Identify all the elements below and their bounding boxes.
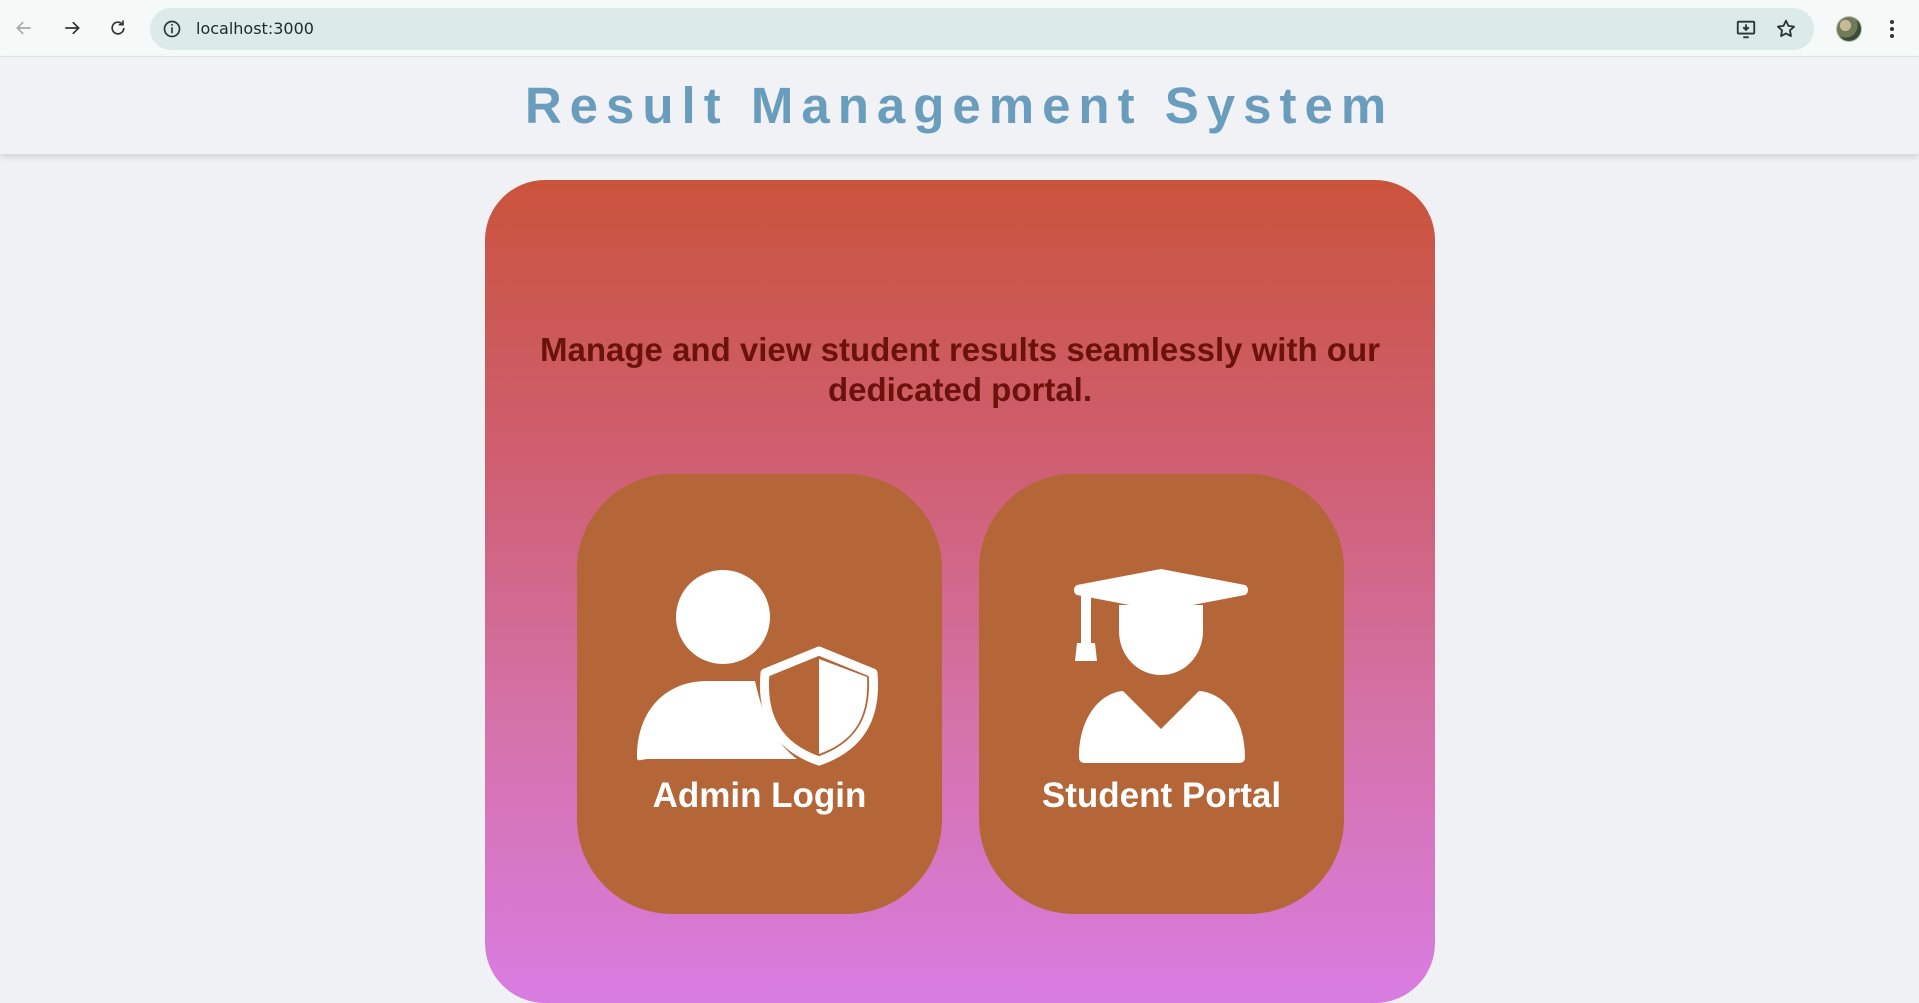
arrow-left-icon bbox=[16, 21, 31, 35]
admin-login-button[interactable]: Admin Login bbox=[577, 474, 942, 914]
info-icon[interactable] bbox=[162, 19, 182, 39]
admin-login-label: Admin Login bbox=[652, 776, 867, 815]
reload-icon bbox=[111, 20, 125, 35]
app-header: Result Management System bbox=[0, 57, 1919, 154]
arrow-right-icon bbox=[65, 21, 80, 35]
forward-button[interactable] bbox=[56, 12, 88, 44]
graduate-icon bbox=[1074, 569, 1248, 763]
install-app-icon[interactable] bbox=[1735, 18, 1757, 40]
browser-toolbar: localhost:3000 bbox=[0, 0, 1919, 57]
reload-button[interactable] bbox=[102, 12, 134, 44]
user-shield-icon bbox=[637, 570, 879, 766]
hero-card: Manage and view student results seamless… bbox=[485, 180, 1435, 1003]
page-title: Result Management System bbox=[524, 77, 1395, 134]
tagline: Manage and view student results seamless… bbox=[540, 331, 1380, 408]
address-bar[interactable]: localhost:3000 bbox=[150, 8, 1814, 50]
student-portal-button[interactable]: Student Portal bbox=[979, 474, 1344, 914]
back-button[interactable] bbox=[8, 12, 40, 44]
url-text[interactable]: localhost:3000 bbox=[196, 19, 314, 38]
student-portal-label: Student Portal bbox=[1041, 776, 1282, 815]
profile-avatar[interactable] bbox=[1836, 16, 1862, 42]
star-icon[interactable] bbox=[1775, 18, 1797, 40]
kebab-menu-icon[interactable] bbox=[1882, 14, 1902, 44]
